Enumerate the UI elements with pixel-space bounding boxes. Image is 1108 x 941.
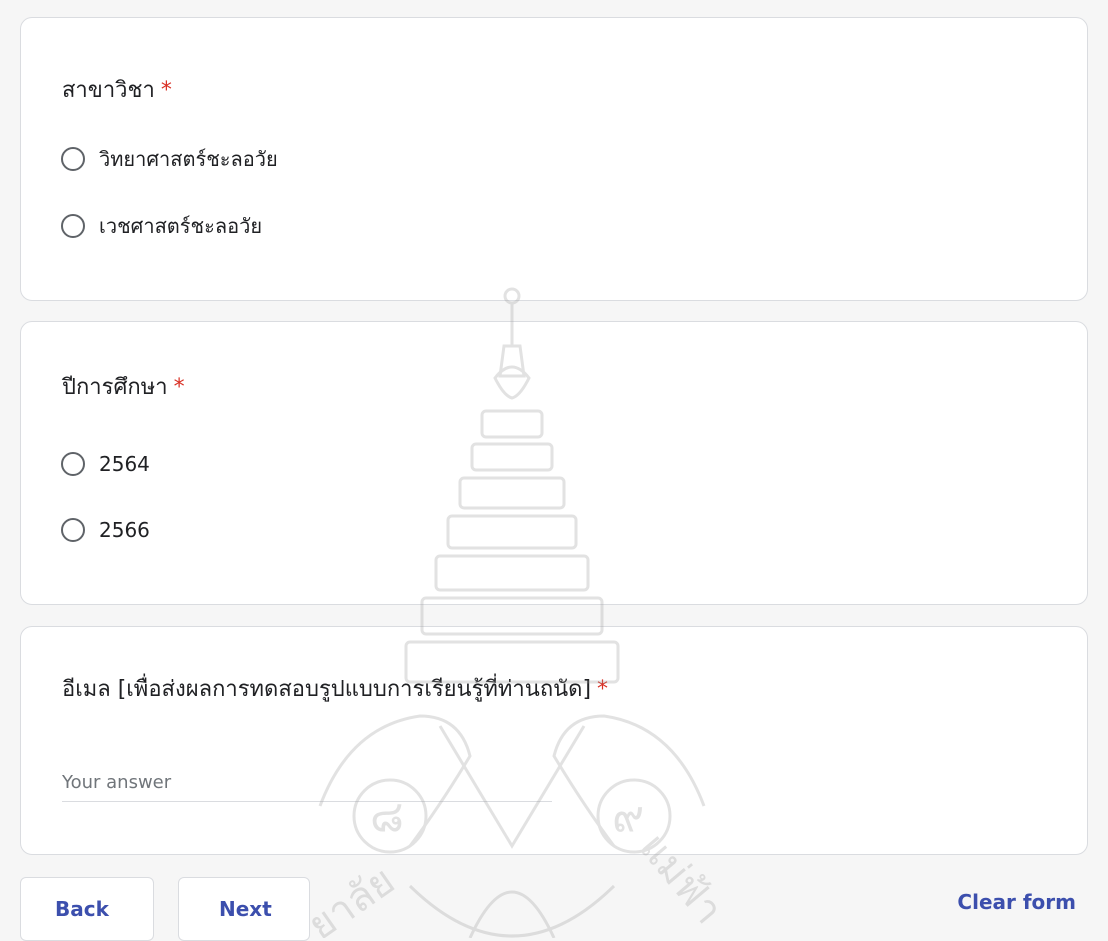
radio-option-2566[interactable]: 2566 (61, 513, 150, 547)
required-asterisk: * (173, 375, 185, 400)
option-label: วิทยาศาสตร์ชะลอวัย (99, 147, 278, 171)
question-title-text: ปีการศึกษา (62, 375, 168, 400)
radio-option-2564[interactable]: 2564 (61, 447, 150, 481)
email-answer-input[interactable] (62, 763, 552, 802)
question-card-academic-year: ปีการศึกษา * 2564 2566 (20, 321, 1088, 605)
radio-button[interactable] (61, 452, 85, 476)
question-title: อีเมล [เพื่อส่งผลการทดสอบรูปแบบการเรียนร… (62, 675, 608, 705)
question-title: สาขาวิชา * (62, 76, 172, 106)
back-button[interactable]: Back (20, 877, 154, 941)
left-arc-text: ยาลัย (300, 858, 403, 938)
option-label: 2564 (99, 452, 150, 476)
next-button[interactable]: Next (178, 877, 310, 941)
question-title-text: สาขาวิชา (62, 78, 155, 103)
required-asterisk: * (597, 677, 609, 702)
radio-button[interactable] (61, 147, 85, 171)
question-card-major: สาขาวิชา * วิทยาศาสตร์ชะลอวัย เวชศาสตร์ชะ… (20, 17, 1088, 301)
question-title-text: อีเมล [เพื่อส่งผลการทดสอบรูปแบบการเรียนร… (62, 677, 592, 702)
question-title: ปีการศึกษา * (62, 373, 185, 403)
option-label: เวชศาสตร์ชะลอวัย (99, 214, 263, 238)
clear-form-button[interactable]: Clear form (957, 890, 1076, 914)
question-card-email: อีเมล [เพื่อส่งผลการทดสอบรูปแบบการเรียนร… (20, 626, 1088, 855)
radio-option-anti-aging-science[interactable]: วิทยาศาสตร์ชะลอวัย (61, 142, 278, 176)
radio-button[interactable] (61, 214, 85, 238)
option-label: 2566 (99, 518, 150, 542)
radio-option-anti-aging-medicine[interactable]: เวชศาสตร์ชะลอวัย (61, 209, 262, 243)
radio-button[interactable] (61, 518, 85, 542)
required-asterisk: * (160, 78, 172, 103)
